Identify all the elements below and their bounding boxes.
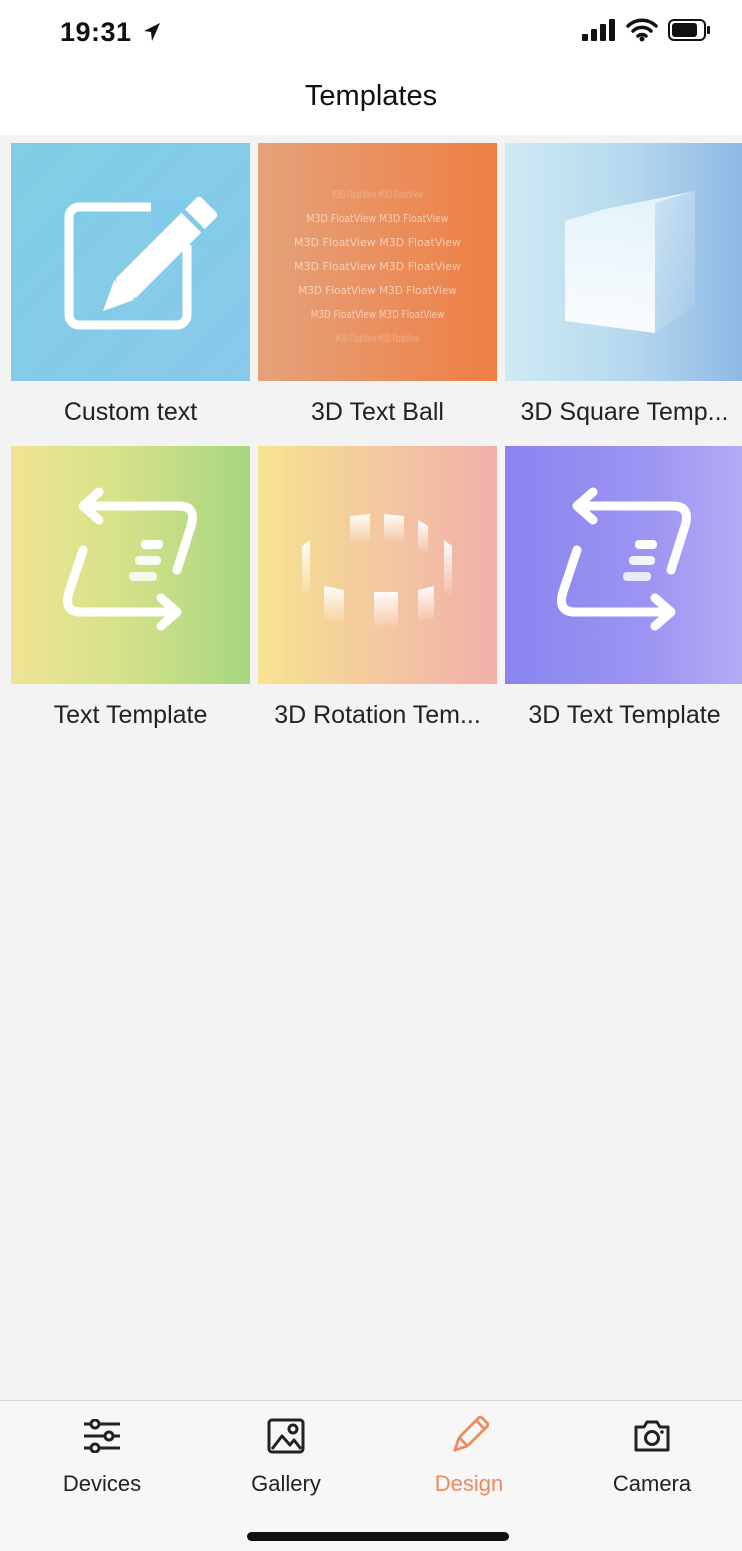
signal-icon	[582, 19, 616, 46]
status-icons	[582, 18, 710, 47]
status-time: 19:31	[60, 17, 162, 50]
ball-text-line: M3D FloatView M3D FloatView	[294, 236, 461, 249]
template-thumbnail	[11, 446, 250, 684]
ball-text-line: M3D FloatView M3D FloatView	[294, 260, 461, 273]
template-thumbnail	[505, 446, 742, 684]
pencil-icon	[389, 1415, 549, 1457]
camera-icon	[572, 1415, 732, 1457]
template-3d-rotation[interactable]: 3D Rotation Tem...	[258, 446, 497, 749]
template-thumbnail: M3D FloatView M3D FloatView M3D FloatVie…	[258, 143, 497, 381]
ball-text-line: M3D FloatView M3D FloatView	[331, 188, 424, 201]
image-icon	[206, 1415, 366, 1457]
templates-screen: 19:31 Templates Custom text M3D FloatVie…	[0, 0, 742, 1551]
tab-bar: Devices Gallery Design Camera	[0, 1400, 742, 1551]
cube-icon	[565, 191, 695, 333]
template-custom-text[interactable]: Custom text	[11, 143, 250, 446]
template-label: 3D Text Template	[528, 701, 721, 729]
wifi-icon	[626, 18, 658, 47]
ball-text-line: M3D FloatView M3D FloatView	[310, 308, 445, 321]
template-label: Text Template	[53, 701, 208, 729]
tab-label: Camera	[612, 1471, 692, 1496]
ball-text-line: M3D FloatView M3D FloatView	[306, 212, 449, 225]
tab-camera[interactable]: Camera	[572, 1415, 732, 1496]
template-text-template[interactable]: Text Template	[11, 446, 250, 749]
battery-icon	[668, 19, 710, 46]
home-indicator	[247, 1532, 509, 1541]
page-title: Templates	[304, 80, 438, 112]
template-label: 3D Rotation Tem...	[274, 701, 481, 729]
template-thumbnail	[258, 446, 497, 684]
tab-gallery[interactable]: Gallery	[206, 1415, 366, 1496]
template-label: Custom text	[63, 398, 198, 426]
template-3d-text-template[interactable]: 3D Text Template	[505, 446, 742, 749]
location-arrow-icon	[142, 19, 162, 50]
navigation-header: Templates	[0, 60, 742, 135]
text-sphere-icon: M3D FloatView M3D FloatView M3D FloatVie…	[258, 183, 497, 351]
template-3d-text-ball[interactable]: M3D FloatView M3D FloatView M3D FloatVie…	[258, 143, 497, 446]
tab-label: Design	[434, 1471, 504, 1496]
tab-design[interactable]: Design	[389, 1415, 549, 1496]
template-thumbnail	[505, 143, 742, 381]
text-cycle-icon	[63, 487, 197, 631]
ball-text-line: M3D FloatView M3D FloatView	[335, 332, 420, 345]
templates-grid: Custom text M3D FloatView M3D FloatView …	[11, 143, 742, 749]
template-label: 3D Square Temp...	[520, 398, 729, 426]
status-time-text: 19:31	[60, 17, 132, 47]
status-bar: 19:31	[0, 0, 742, 60]
template-3d-square[interactable]: 3D Square Temp...	[505, 143, 742, 446]
pencil-edit-icon	[64, 195, 218, 330]
tab-label: Gallery	[251, 1471, 321, 1496]
template-label: 3D Text Ball	[311, 398, 444, 426]
sliders-icon	[22, 1415, 182, 1457]
tab-devices[interactable]: Devices	[22, 1415, 182, 1496]
tab-label: Devices	[62, 1471, 142, 1496]
text-cycle-icon	[557, 487, 691, 631]
rotation-panels-icon	[302, 514, 452, 628]
ball-text-line: M3D FloatView M3D FloatView	[298, 284, 457, 297]
template-thumbnail	[11, 143, 250, 381]
